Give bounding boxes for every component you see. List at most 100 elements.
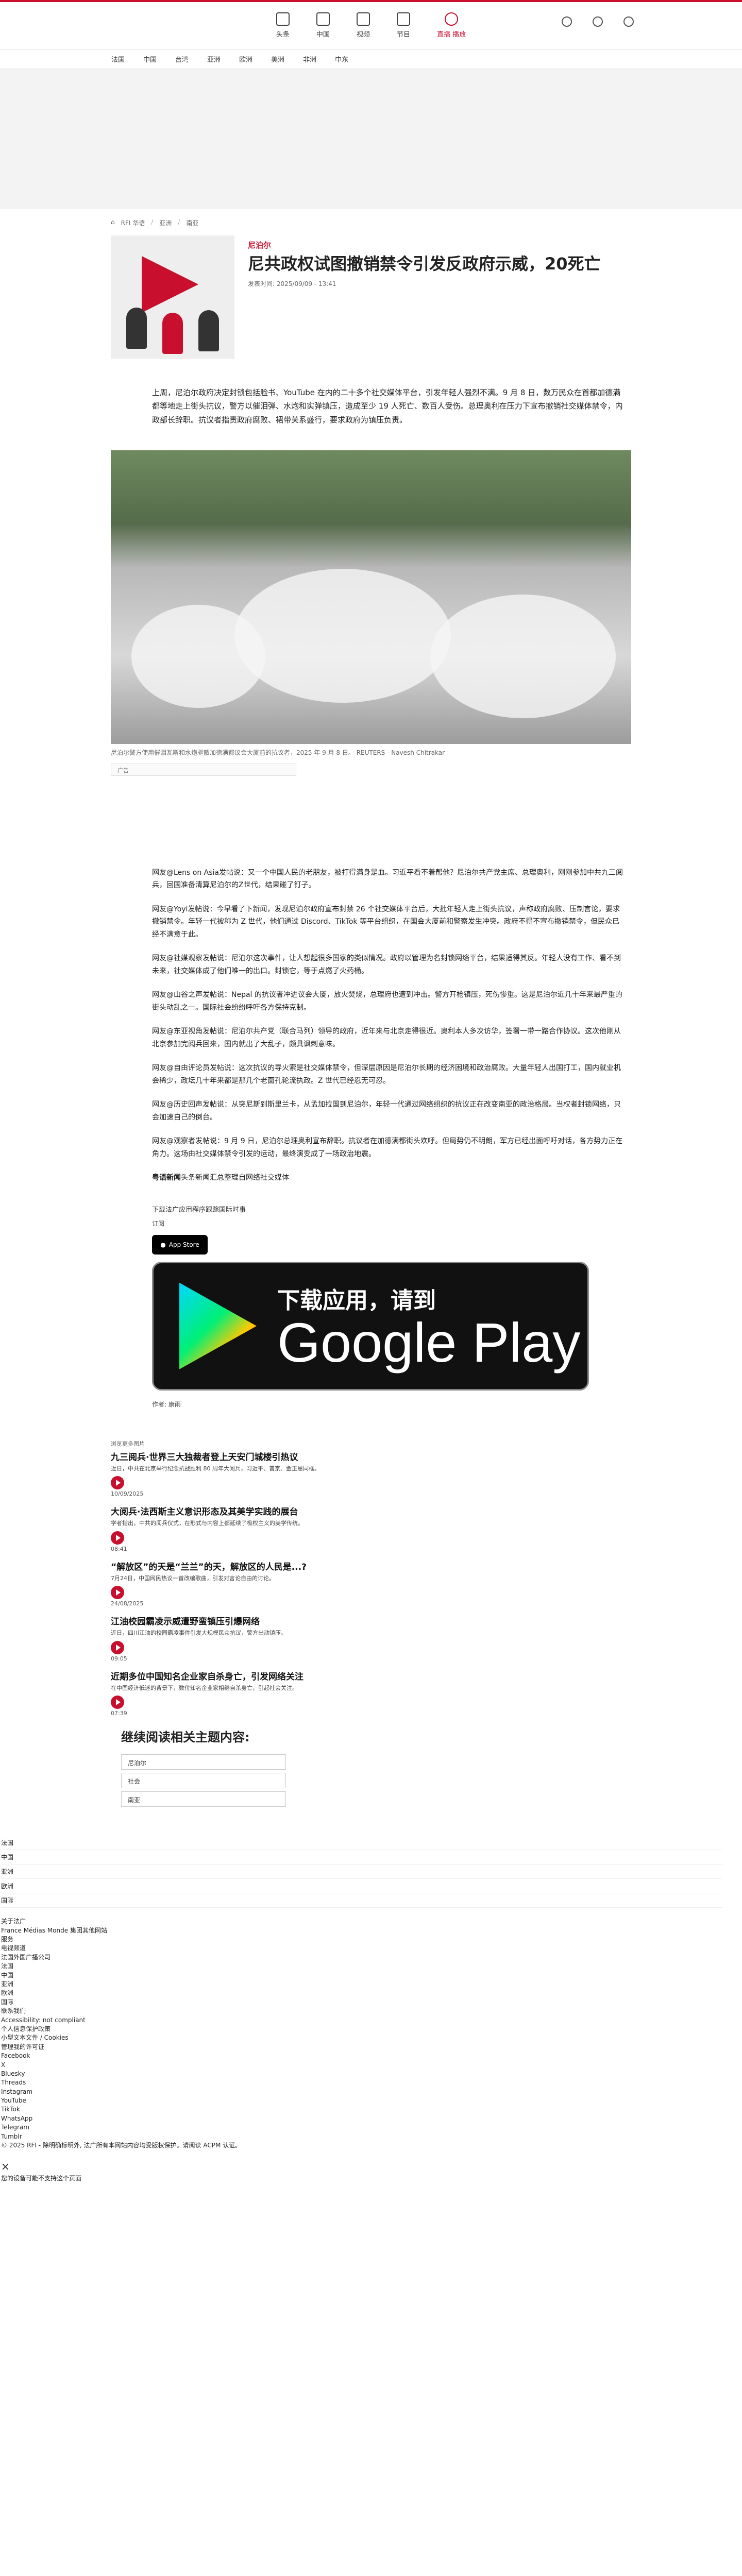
subnav-item-americas[interactable]: 美洲 xyxy=(271,54,284,64)
play-triangle xyxy=(179,1282,257,1369)
breadcrumb-item[interactable]: 亚洲 xyxy=(159,218,172,227)
subnav-item-middle-east[interactable]: 中东 xyxy=(335,54,348,64)
article-paragraph: 网友@山谷之声发帖说：Nepal 的抗议者冲进议会大厦，放火焚烧，总理府也遭到冲… xyxy=(152,991,622,1012)
related-title[interactable]: 九三阅兵·世界三大独裁者登上天安门城楼引热议 xyxy=(111,1450,631,1463)
footer-link[interactable]: 关于法广 xyxy=(1,1917,742,1926)
footer-link[interactable]: Bluesky xyxy=(1,2070,742,2078)
breadcrumb-item[interactable]: 南亚 xyxy=(186,218,198,227)
related-item[interactable]: “解放区”的天是“兰兰”的天，解放区的人民是...? 7月24日，中国网民热议一… xyxy=(111,1560,631,1607)
nav-item-live[interactable]: 直播 播放 xyxy=(437,12,466,39)
related-desc: 近日，四川江油的校园霸凌事件引发大规模民众抗议，警方出动镇压。 xyxy=(111,1630,286,1637)
topic-link[interactable]: 社会 xyxy=(121,1773,286,1789)
close-icon[interactable]: × xyxy=(1,2159,742,2174)
footer-row[interactable]: 国际 xyxy=(1,1893,722,1908)
topic-link[interactable]: 尼泊尔 xyxy=(121,1754,286,1770)
footer-link[interactable]: X xyxy=(1,2061,742,2070)
footer-link[interactable]: 法国 xyxy=(1,1962,742,1971)
related-item[interactable]: 大阅兵·法西斯主义意识形态及其美学实践的展台 学者指出，中共的阅兵仪式，在形式与… xyxy=(111,1504,631,1552)
subnav-item-africa[interactable]: 非洲 xyxy=(303,54,316,64)
nav-item-programs[interactable]: 节目 xyxy=(396,12,410,39)
play-icon[interactable] xyxy=(111,1476,124,1490)
article-paragraph: 网友@Lens on Asia发帖说：又一个中国人民的老朋友，被打得满身是血。习… xyxy=(152,868,623,890)
subscribe-tag[interactable]: 订阅 xyxy=(152,1219,631,1228)
subnav-item-france[interactable]: 法国 xyxy=(111,54,125,64)
related-item[interactable]: 浏览更多图片 九三阅兵·世界三大独裁者登上天安门城楼引热议 近日，中共在北京举行… xyxy=(111,1439,631,1498)
footer-link[interactable]: Instagram xyxy=(1,2088,742,2096)
related-title[interactable]: “解放区”的天是“兰兰”的天，解放区的人民是...? xyxy=(111,1560,631,1572)
subnav-item-taiwan[interactable]: 台湾 xyxy=(175,54,189,64)
play-icon[interactable] xyxy=(111,1586,124,1600)
video-icon xyxy=(356,12,370,26)
nav-item-home[interactable]: 头条 xyxy=(276,12,290,39)
subnav-item-asia[interactable]: 亚洲 xyxy=(207,54,221,64)
related-desc: 学者指出，中共的阅兵仪式，在形式与内容上都延续了极权主义的美学传统。 xyxy=(111,1520,303,1527)
footer-link[interactable]: 中国 xyxy=(1,1971,742,1980)
related-item[interactable]: 近期多位中国知名企业家自杀身亡，引发网络关注 在中国经济低迷的背景下，数位知名企… xyxy=(111,1669,631,1717)
related-desc: 在中国经济低迷的背景下，数位知名企业家相继自杀身亡，引起社会关注。 xyxy=(111,1684,298,1691)
footer-link[interactable]: 欧洲 xyxy=(1,1989,742,1997)
footer-row[interactable]: 亚洲 xyxy=(1,1865,722,1879)
play-icon[interactable] xyxy=(111,1696,124,1709)
related-title[interactable]: 江油校园霸凌示威遭野蛮镇压引爆网络 xyxy=(111,1614,631,1627)
ad-slot xyxy=(111,776,631,867)
article-kicker[interactable]: 尼泊尔 xyxy=(248,240,619,250)
footer-link[interactable]: YouTube xyxy=(1,2096,742,2105)
footer-link[interactable]: 联系我们 xyxy=(1,2007,742,2015)
topic-link[interactable]: 南亚 xyxy=(121,1791,286,1807)
article-heading: 尼泊尔 尼共政权试图撤销禁令引发反政府示威，20死亡 发表时间: 2025/09… xyxy=(248,235,619,359)
play-icon[interactable] xyxy=(111,1531,124,1545)
footer-link[interactable]: 国际 xyxy=(1,1998,742,2007)
subnav-item-europe[interactable]: 欧洲 xyxy=(239,54,252,64)
footer-link[interactable]: 法国外国广播公司 xyxy=(1,1953,742,1962)
related-title[interactable]: 大阅兵·法西斯主义意识形态及其美学实践的展台 xyxy=(111,1504,631,1517)
footer-link[interactable]: 小型文本文件 / Cookies xyxy=(1,2033,742,2042)
footer-link[interactable]: 个人信息保护政策 xyxy=(1,2025,742,2033)
search-icon[interactable] xyxy=(593,16,603,27)
footer-link[interactable]: TikTok xyxy=(1,2105,742,2114)
related-time: 07:39 xyxy=(111,1710,127,1717)
footer-link[interactable]: 亚洲 xyxy=(1,1980,742,1989)
footer-link[interactable]: Accessibility: not compliant xyxy=(1,2016,742,2025)
article-body: 网友@Lens on Asia发帖说：又一个中国人民的老朋友，被打得满身是血。习… xyxy=(152,867,626,1184)
footer-row[interactable]: 中国 xyxy=(1,1850,722,1865)
related-title[interactable]: 近期多位中国知名企业家自杀身亡，引发网络关注 xyxy=(111,1669,631,1682)
footer-link[interactable]: 服务 xyxy=(1,1935,742,1944)
home-icon[interactable]: ⌂ xyxy=(111,218,115,227)
article-paragraph: 网友@社媒观察发帖说：尼泊尔这次事件，让人想起很多国家的类似情况。政府以管理为名… xyxy=(152,954,621,975)
translate-icon[interactable] xyxy=(562,16,572,27)
subnav-item-china[interactable]: 中国 xyxy=(143,54,157,64)
footer-link[interactable]: Telegram xyxy=(1,2123,742,2132)
article-paragraph: 网友@东亚视角发帖说：尼泊尔共产党（联合马列）领导的政府，近年来与北京走得很近。… xyxy=(152,1027,621,1048)
nav-item-china[interactable]: 中国 xyxy=(316,12,330,39)
footer-row[interactable]: 欧洲 xyxy=(1,1879,722,1894)
copyright: © 2025 RFI - 除明确标明外, 法广所有本网站内容均受版权保护。请阅读… xyxy=(1,2142,242,2149)
nav-item-video[interactable]: 视频 xyxy=(356,12,370,39)
footer-row[interactable]: 法国 xyxy=(1,1836,722,1851)
footer-link[interactable]: France Médias Monde 集团其他网站 xyxy=(1,1926,742,1935)
app-store-button[interactable]: ● App Store xyxy=(152,1234,208,1255)
region-subnav: 法国 中国 台湾 亚洲 欧洲 美洲 非洲 中东 xyxy=(0,49,742,69)
article-header: 尼泊尔 尼共政权试图撤销禁令引发反政府示威，20死亡 发表时间: 2025/09… xyxy=(111,235,631,359)
article-date: 发表时间: 2025/09/09 - 13:41 xyxy=(248,280,336,287)
breadcrumb: ⌂ RFI 华语 / 亚洲 / 南亚 xyxy=(111,209,631,235)
breadcrumb-item[interactable]: RFI 华语 xyxy=(121,218,145,227)
site-footer: 法国 中国 亚洲 欧洲 国际 关于法广 France Médias Monde … xyxy=(0,1836,742,2183)
footer-link[interactable]: Facebook xyxy=(1,2052,742,2060)
footer-link[interactable]: WhatsApp xyxy=(1,2114,742,2123)
footer-link[interactable]: Tumblr xyxy=(1,2132,742,2141)
play-icon[interactable] xyxy=(111,1640,124,1654)
footer-spacer xyxy=(1,2150,742,2159)
breadcrumb-separator: / xyxy=(178,218,180,226)
smoke-shape xyxy=(131,604,265,708)
footer-link[interactable]: Threads xyxy=(1,2078,742,2087)
google-play-banner[interactable]: 下载应用，请到 Google Play xyxy=(152,1261,589,1391)
footer-link[interactable]: 电视频道 xyxy=(1,1944,742,1953)
app-cta: 下载法广应用程序跟踪国际时事 xyxy=(152,1206,246,1214)
related-time: 10/09/2025 xyxy=(111,1490,144,1498)
footer-link[interactable]: 管理我的许可证 xyxy=(1,2043,742,2052)
article-main: ⌂ RFI 华语 / 亚洲 / 南亚 尼泊尔 尼共政权试图撤销禁令引发反政府示威… xyxy=(111,209,631,1807)
related-desc: 7月24日，中国网民热议一首改编歌曲，引发对言论自由的讨论。 xyxy=(111,1574,275,1582)
settings-icon[interactable] xyxy=(623,16,634,27)
related-item[interactable]: 江油校园霸凌示威遭野蛮镇压引爆网络 近日，四川江油的校园霸凌事件引发大规模民众抗… xyxy=(111,1614,631,1662)
unsupported-notice: 您的设备可能不支持这个页面 xyxy=(1,2175,82,2182)
